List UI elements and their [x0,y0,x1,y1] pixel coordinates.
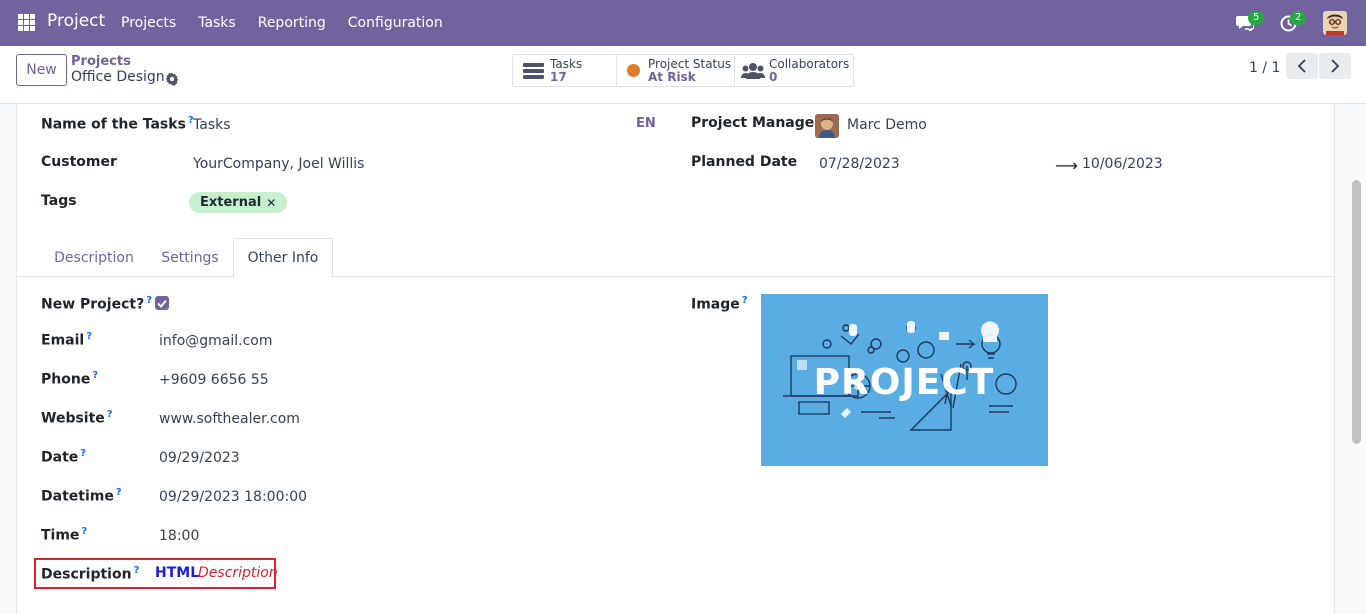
main-menu: Projects Tasks Reporting Configuration [110,0,454,46]
app-name[interactable]: Project [47,11,105,31]
planned-end-input[interactable]: 10/06/2023 [1082,156,1163,172]
date-label: Date? [41,448,87,466]
users-icon [741,62,765,79]
menu-projects[interactable]: Projects [110,15,187,31]
tasks-smart-button[interactable]: Tasks 17 [513,55,617,86]
description-italic-text[interactable]: Description [198,565,278,581]
tag-external[interactable]: External ✕ [189,192,288,213]
date-input[interactable]: 09/29/2023 [159,450,240,466]
new-project-label: New Project?? [41,295,153,313]
check-icon [157,299,167,308]
tasks-list-icon [523,62,544,79]
form-content [0,104,1366,614]
collaborators-smart-value: 0 [769,69,778,84]
image-label: Image? [691,295,748,313]
breadcrumb-current: Office Design [71,69,165,85]
manager-label: Project Manager [691,115,822,131]
tag-remove-icon[interactable]: ✕ [266,196,276,210]
customer-label: Customer [41,154,117,170]
tags-label: Tags [41,193,77,209]
image-project-text: PROJECT [814,362,995,403]
pager-value[interactable]: 1 / 1 [1249,60,1280,76]
manager-avatar [815,114,839,138]
planned-start-input[interactable]: 07/28/2023 [819,156,900,172]
time-input[interactable]: 18:00 [159,528,199,544]
notebook-tabs: Description Settings Other Info [16,238,1335,278]
collaborators-smart-label: Collaborators [769,56,850,71]
email-label: Email? [41,331,93,349]
datetime-input[interactable]: 09/29/2023 18:00:00 [159,489,307,505]
pager-next-button[interactable] [1319,53,1351,79]
name-input[interactable]: Tasks [193,117,231,133]
top-navbar: Project Projects Tasks Reporting Configu… [0,0,1366,46]
arrow-right-icon: ⟶ [1055,156,1078,175]
tasks-smart-value: 17 [550,69,567,84]
menu-reporting[interactable]: Reporting [247,15,337,31]
user-avatar[interactable] [1323,11,1347,35]
website-label: Website? [41,409,113,427]
scrollbar[interactable] [1352,180,1361,444]
control-panel: New Projects Office Design Tasks 17 Proj… [0,46,1366,104]
apps-menu-icon[interactable] [18,14,35,31]
project-status-smart-button[interactable]: Project Status At Risk [617,55,735,86]
tab-settings[interactable]: Settings [150,238,230,277]
tab-description[interactable]: Description [42,238,146,277]
menu-tasks[interactable]: Tasks [187,15,247,31]
description-html-text[interactable]: HTML [155,565,199,581]
status-smart-label: Project Status [648,56,732,71]
breadcrumb-projects[interactable]: Projects [71,54,131,69]
time-label: Time? [41,526,88,544]
tasks-smart-label: Tasks [550,56,583,71]
email-input[interactable]: info@gmail.com [159,333,273,349]
pager-previous-button[interactable] [1286,53,1318,79]
new-project-checkbox[interactable] [155,296,169,310]
collaborators-smart-button[interactable]: Collaborators 0 [735,55,853,86]
datetime-label: Datetime? [41,487,122,505]
phone-input[interactable]: +9609 6656 55 [159,372,269,388]
language-button[interactable]: EN [636,116,656,131]
planned-date-label: Planned Date [691,154,798,170]
status-dot-icon [627,64,640,77]
form-sheet [16,104,1335,614]
gear-icon[interactable] [165,72,179,86]
chevron-right-icon [1331,59,1340,73]
menu-configuration[interactable]: Configuration [337,15,454,31]
phone-label: Phone? [41,370,99,388]
chat-badge: 5 [1248,11,1265,25]
activity-badge: 2 [1290,11,1307,25]
website-input[interactable]: www.softhealer.com [159,411,300,427]
name-label: Name of the Tasks? [41,115,194,133]
status-smart-value: At Risk [648,69,696,84]
manager-input[interactable]: Marc Demo [847,117,927,133]
smart-buttons: Tasks 17 Project Status At Risk Collabor… [512,54,854,87]
description-label: Description? [41,565,140,583]
chevron-left-icon [1297,59,1306,73]
customer-input[interactable]: YourCompany, Joel Willis [193,156,364,172]
project-image[interactable]: PROJECT [761,294,1048,466]
new-button[interactable]: New [16,54,67,86]
tab-other-info[interactable]: Other Info [233,238,333,278]
